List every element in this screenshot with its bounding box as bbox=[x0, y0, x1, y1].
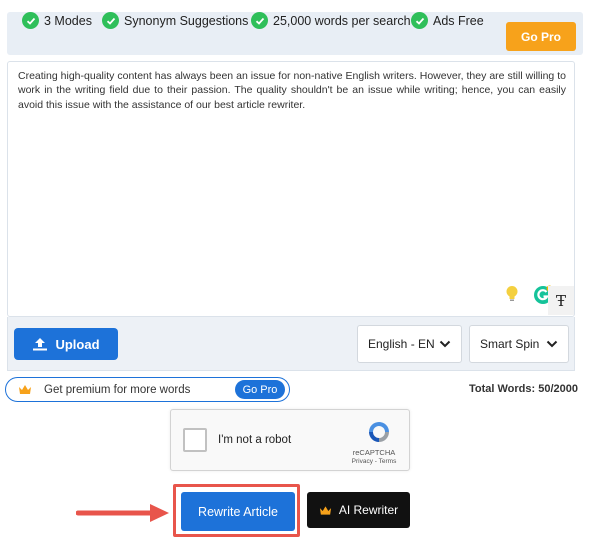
feature-item-ads-free: Ads Free bbox=[411, 12, 484, 29]
recaptcha-widget: I'm not a robot reCAPTCHA Privacy - Term… bbox=[170, 409, 410, 471]
check-circle-icon bbox=[251, 12, 268, 29]
recaptcha-logo-icon bbox=[369, 422, 389, 442]
rewrite-article-button[interactable]: Rewrite Article bbox=[181, 492, 295, 531]
article-editor[interactable]: Creating high-quality content has always… bbox=[7, 61, 575, 317]
ai-rewriter-button[interactable]: AI Rewriter bbox=[307, 492, 410, 528]
text-format-icon[interactable]: Ŧ bbox=[548, 286, 574, 315]
lightbulb-icon[interactable] bbox=[505, 285, 519, 308]
upload-button[interactable]: Upload bbox=[14, 328, 118, 360]
total-words-count: Total Words: 50/2000 bbox=[468, 383, 578, 395]
feature-item-synonyms: Synonym Suggestions bbox=[102, 12, 248, 29]
crown-icon bbox=[319, 505, 331, 515]
feature-label: Ads Free bbox=[433, 13, 484, 28]
feature-label: 25,000 words per search bbox=[273, 13, 411, 28]
crown-icon bbox=[19, 385, 31, 394]
language-select[interactable]: English - EN bbox=[357, 325, 462, 363]
check-circle-icon bbox=[411, 12, 428, 29]
feature-item-modes: 3 Modes bbox=[22, 12, 92, 29]
chevron-down-icon bbox=[439, 340, 451, 348]
check-circle-icon bbox=[102, 12, 119, 29]
captcha-label: I'm not a robot bbox=[218, 434, 292, 446]
mode-select[interactable]: Smart Spin bbox=[469, 325, 569, 363]
feature-label: 3 Modes bbox=[44, 13, 92, 28]
feature-item-words: 25,000 words per search bbox=[251, 12, 411, 29]
captcha-privacy-terms[interactable]: Privacy - Terms bbox=[341, 458, 407, 465]
language-value: English - EN bbox=[368, 337, 435, 351]
mode-value: Smart Spin bbox=[480, 337, 540, 351]
go-pro-button[interactable]: Go Pro bbox=[506, 22, 576, 51]
captcha-brand: reCAPTCHA bbox=[352, 448, 396, 457]
chevron-down-icon bbox=[546, 340, 558, 348]
go-pro-pill-button[interactable]: Go Pro bbox=[235, 380, 285, 399]
premium-banner: Get premium for more words Go Pro bbox=[5, 377, 290, 402]
premium-text: Get premium for more words bbox=[44, 383, 191, 396]
check-circle-icon bbox=[22, 12, 39, 29]
captcha-checkbox[interactable] bbox=[183, 428, 207, 452]
upload-label: Upload bbox=[55, 336, 100, 352]
feature-label: Synonym Suggestions bbox=[124, 13, 249, 28]
ai-rewriter-label: AI Rewriter bbox=[338, 503, 399, 517]
upload-icon bbox=[33, 338, 48, 351]
pointer-arrow-icon bbox=[76, 504, 169, 522]
editor-text[interactable]: Creating high-quality content has always… bbox=[18, 69, 566, 112]
